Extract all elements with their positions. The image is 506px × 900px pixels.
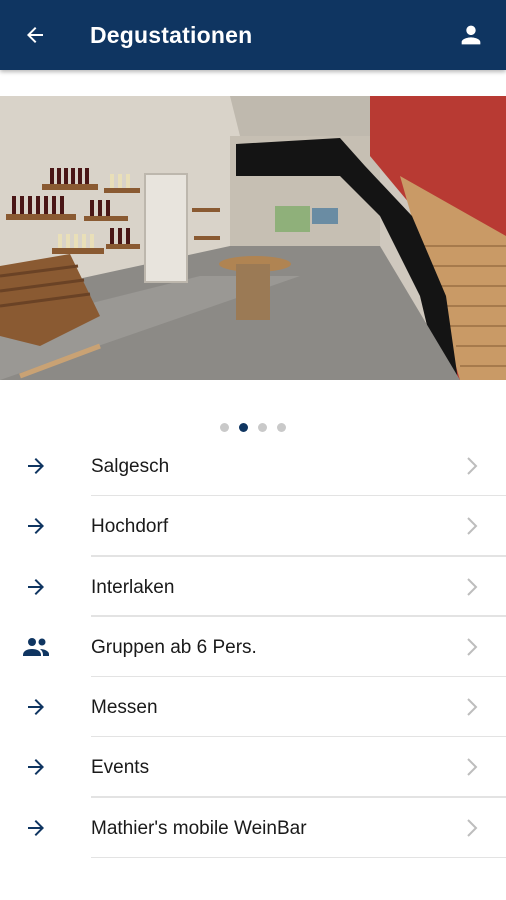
carousel-image[interactable] [0, 96, 506, 380]
list-item-groups[interactable]: Gruppen ab 6 Pers. [0, 617, 506, 678]
list-item-salgesch[interactable]: Salgesch [0, 436, 506, 497]
account-button[interactable] [454, 18, 488, 52]
chevron-right-icon [464, 575, 480, 599]
list-item-interlaken[interactable]: Interlaken [0, 557, 506, 617]
list-item-label: Salgesch [91, 456, 170, 477]
carousel-page-indicator[interactable] [0, 421, 506, 433]
divider [91, 856, 506, 859]
chevron-right-icon [464, 755, 480, 779]
list-item-mobile-weinbar[interactable]: Mathier's mobile WeinBar [0, 798, 506, 859]
list-item-events[interactable]: Events [0, 737, 506, 798]
arrow-right-icon [20, 452, 52, 480]
arrow-right-icon [20, 753, 52, 781]
chevron-right-icon [464, 695, 480, 719]
arrow-right-icon [20, 693, 52, 721]
page-dot-active[interactable] [239, 422, 248, 432]
page-dot[interactable] [258, 422, 267, 432]
list-item-label: Interlaken [91, 576, 175, 598]
tasting-location-list: Salgesch Hochdorf Interlaken Gruppen ab … [0, 436, 506, 859]
group-icon [20, 633, 52, 661]
list-item-label: Hochdorf [91, 516, 169, 538]
tasting-room-photo [0, 96, 506, 380]
page-dot[interactable] [277, 422, 286, 432]
app-bar: Degustationen [0, 0, 506, 70]
chevron-right-icon [464, 635, 480, 659]
arrow-left-icon [27, 27, 43, 43]
chevron-right-icon [464, 816, 480, 840]
list-item-label: Events [91, 757, 150, 779]
person-icon [461, 25, 481, 45]
chevron-right-icon [464, 454, 480, 478]
page-dot[interactable] [220, 422, 229, 432]
arrow-right-icon [20, 814, 52, 842]
chevron-right-icon [464, 514, 480, 538]
list-item-label: Mathier's mobile WeinBar [91, 817, 307, 839]
page-title: Degustationen [90, 22, 253, 48]
list-item-hochdorf[interactable]: Hochdorf [0, 496, 506, 557]
arrow-right-icon [20, 512, 52, 540]
list-item-label: Messen [91, 697, 158, 719]
list-item-messen[interactable]: Messen [0, 677, 506, 738]
list-item-label: Gruppen ab 6 Pers. [91, 636, 257, 658]
back-button[interactable] [18, 18, 52, 52]
arrow-right-icon [20, 573, 52, 601]
